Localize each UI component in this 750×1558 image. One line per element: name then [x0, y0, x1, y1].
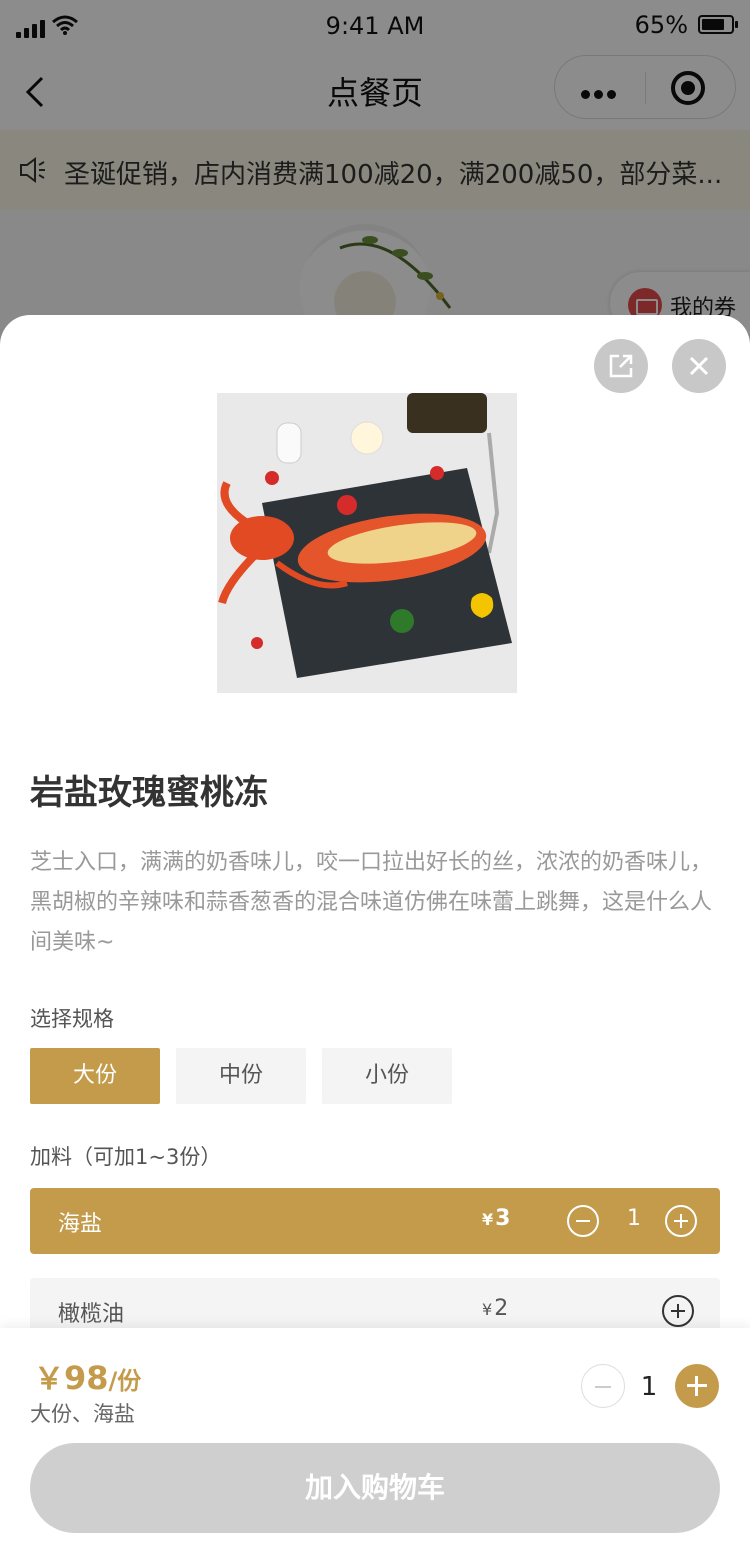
addon-row-sea-salt[interactable]: 海盐 ¥3 1 [30, 1188, 720, 1254]
quantity-value: 1 [640, 1372, 658, 1402]
dish-description: 芝士入口，满满的奶香味儿，咬一口拉出好长的丝，浓浓的奶香味儿，黑胡椒的辛辣味和蒜… [30, 850, 713, 955]
addon-price: ¥3 [482, 1206, 510, 1231]
spec-label: 选择规格 [30, 1007, 114, 1031]
quantity-plus-button[interactable] [675, 1364, 719, 1408]
quantity-minus-button[interactable] [581, 1364, 625, 1408]
addon-name: 海盐 [58, 1212, 103, 1237]
addon-price: ¥2 [482, 1296, 508, 1321]
addon-plus-button[interactable] [662, 1295, 694, 1327]
selected-summary: 大份、海盐 [30, 1402, 135, 1426]
spec-option-small[interactable]: 小份 [322, 1048, 452, 1104]
addon-price-value: 3 [495, 1206, 511, 1231]
spec-option-medium[interactable]: 中份 [176, 1048, 306, 1104]
addon-quantity: 1 [627, 1206, 641, 1231]
close-icon [689, 356, 709, 376]
addon-plus-button[interactable] [665, 1205, 697, 1237]
share-button[interactable] [594, 339, 648, 393]
addon-minus-button[interactable] [567, 1205, 599, 1237]
close-button[interactable] [672, 339, 726, 393]
price-unit: /份 [108, 1367, 142, 1395]
addon-price-value: 2 [494, 1296, 509, 1321]
add-to-cart-button[interactable]: 加入购物车 [30, 1443, 720, 1533]
addon-name: 橄榄油 [58, 1302, 125, 1327]
spec-option-large[interactable]: 大份 [30, 1048, 160, 1104]
price-currency: ￥ [34, 1362, 64, 1397]
total-price: ￥98/份 [34, 1354, 141, 1398]
dish-image [217, 393, 517, 693]
addon-label: 加料（可加1~3份） [30, 1145, 222, 1169]
addon-currency: ¥ [482, 1300, 493, 1319]
price-amount: 98 [64, 1359, 109, 1397]
share-icon [609, 354, 633, 378]
bottom-action-bar: ￥98/份 大份、海盐 1 加入购物车 [0, 1328, 750, 1558]
addon-currency: ¥ [482, 1210, 494, 1229]
dish-name: 岩盐玫瑰蜜桃冻 [30, 773, 268, 813]
